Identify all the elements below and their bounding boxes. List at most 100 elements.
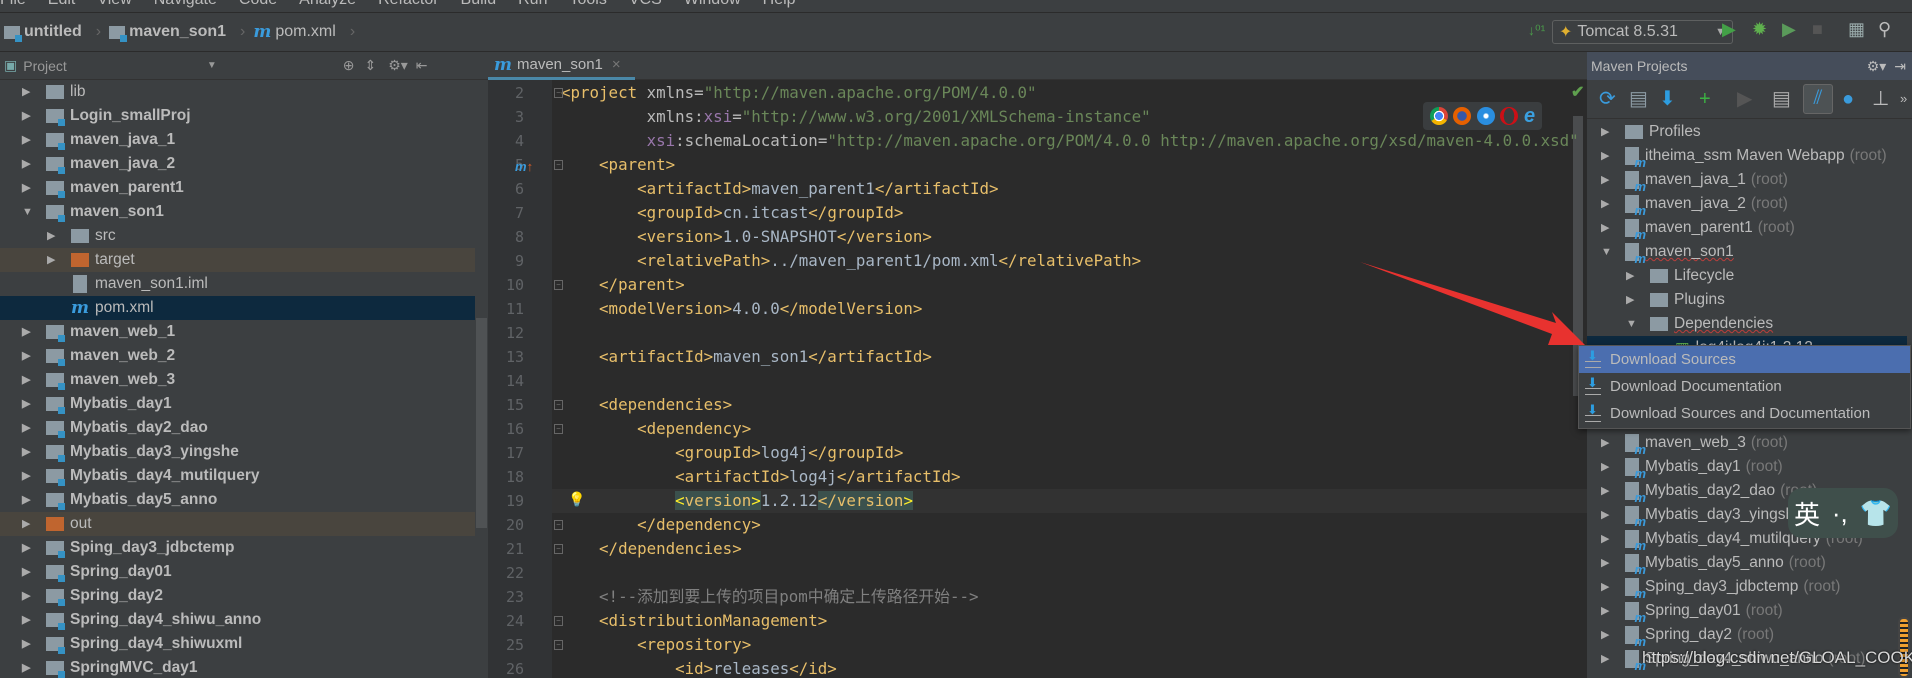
ime-status-widget[interactable]: 英 ·, 👕: [1788, 488, 1898, 538]
menu-item-download-sources[interactable]: Download Sources: [1579, 346, 1910, 373]
gear-icon[interactable]: ⚙▾: [1867, 58, 1887, 75]
project-scrollbar[interactable]: [476, 318, 487, 528]
chevron-right-icon[interactable]: ▶: [47, 230, 57, 242]
intention-bulb-icon[interactable]: 💡: [568, 491, 585, 508]
chevron-right-icon[interactable]: ▶: [22, 614, 32, 626]
tree-item[interactable]: ▶ maven_web_3: [0, 368, 475, 392]
tree-item[interactable]: ▶ Mybatis_day1: [0, 392, 475, 416]
fold-marker-icon[interactable]: −: [554, 616, 563, 626]
chevron-right-icon[interactable]: ▶: [1601, 150, 1611, 162]
chevron-right-icon[interactable]: ▶: [1601, 126, 1611, 138]
coverage-icon[interactable]: ▶: [1782, 19, 1796, 40]
chevron-right-icon[interactable]: ▶: [22, 158, 32, 170]
maven-tree-item[interactable]: ▶ Plugins: [1587, 288, 1907, 312]
chevron-right-icon[interactable]: ▶: [1601, 653, 1611, 665]
tree-item[interactable]: ▶ maven_web_2: [0, 344, 475, 368]
tree-item[interactable]: ▶ Mybatis_day5_anno: [0, 488, 475, 512]
fold-marker-icon[interactable]: −: [554, 280, 563, 290]
maven-tree-item[interactable]: ▶ Spring_day01(root): [1587, 599, 1907, 625]
skip-tests-icon[interactable]: ●: [1842, 86, 1854, 112]
ime-punctuation-label[interactable]: ·,: [1832, 498, 1848, 529]
tree-item[interactable]: ▶ target: [0, 248, 475, 272]
firefox-icon[interactable]: [1453, 107, 1472, 125]
chevron-right-icon[interactable]: ▶: [22, 542, 32, 554]
project-view-select[interactable]: Project: [23, 58, 67, 74]
chevron-right-icon[interactable]: ▶: [1601, 485, 1611, 497]
chevron-right-icon[interactable]: ▶: [1601, 461, 1611, 473]
menu-item-build[interactable]: Build: [461, 0, 497, 8]
chevron-right-icon[interactable]: ▶: [22, 182, 32, 194]
chevron-right-icon[interactable]: ▶: [22, 470, 32, 482]
tree-item[interactable]: ▶ maven_parent1: [0, 176, 475, 200]
breadcrumb-file[interactable]: m pom.xml: [253, 22, 335, 42]
stop-icon[interactable]: ■: [1812, 19, 1823, 40]
chevron-right-icon[interactable]: ▶: [22, 398, 32, 410]
tree-item[interactable]: maven_son1.iml: [0, 272, 475, 296]
chevron-right-icon[interactable]: ▶: [22, 110, 32, 122]
fold-marker-icon[interactable]: −: [554, 160, 563, 170]
chevron-right-icon[interactable]: ▶: [22, 350, 32, 362]
maven-tree-item[interactable]: ▶ Profiles: [1587, 120, 1907, 144]
chevron-right-icon[interactable]: [47, 278, 57, 290]
menu-item-help[interactable]: Help: [763, 0, 796, 8]
chevron-right-icon[interactable]: ▶: [22, 590, 32, 602]
menu-item-window[interactable]: Window: [684, 0, 741, 8]
execute-goal-icon[interactable]: ▤: [1772, 86, 1791, 112]
tree-item[interactable]: ▶ lib: [0, 80, 475, 104]
maven-tree-item[interactable]: ▶ maven_web_3(root): [1587, 431, 1907, 457]
chevron-right-icon[interactable]: ▶: [1601, 222, 1611, 234]
gear-icon[interactable]: ⚙▾: [388, 57, 408, 74]
reimport-icon[interactable]: ⟳: [1599, 86, 1616, 112]
maven-tree-item[interactable]: ▶ Mybatis_day5_anno(root): [1587, 551, 1907, 577]
chevron-right-icon[interactable]: ▶: [1626, 270, 1636, 282]
menu-item-refactor[interactable]: Refactor: [378, 0, 438, 8]
chevron-right-icon[interactable]: ▶: [1601, 437, 1611, 449]
chevron-right-icon[interactable]: ▶: [22, 518, 32, 530]
chevron-right-icon[interactable]: ▶: [22, 422, 32, 434]
debug-icon[interactable]: ✹: [1752, 19, 1767, 40]
maven-tree-item[interactable]: ▼ maven_son1: [1587, 240, 1907, 266]
locate-icon[interactable]: ⊕: [343, 57, 355, 74]
toggle-offline-icon[interactable]: ⫽: [1803, 84, 1833, 114]
opera-icon[interactable]: [1500, 107, 1519, 125]
menu-item-file[interactable]: File: [0, 0, 26, 8]
tab-maven-son1[interactable]: m maven_son1 ×: [488, 52, 635, 80]
tree-item[interactable]: ▶ maven_web_1: [0, 320, 475, 344]
fold-marker-icon[interactable]: −: [554, 544, 563, 554]
chevron-right-icon[interactable]: ▶: [1601, 629, 1611, 641]
tree-item[interactable]: ▶ out: [0, 512, 475, 536]
tree-item[interactable]: ▶ Login_smallProj: [0, 104, 475, 128]
maven-tree-item[interactable]: ▶ Mybatis_day1(root): [1587, 455, 1907, 481]
skin-shirt-icon[interactable]: 👕: [1860, 498, 1892, 529]
safari-icon[interactable]: [1476, 107, 1495, 125]
close-icon[interactable]: ×: [612, 56, 621, 73]
chevron-right-icon[interactable]: [47, 302, 57, 314]
tree-item[interactable]: ▶ Spring_day01: [0, 560, 475, 584]
menu-item-navigate[interactable]: Navigate: [154, 0, 217, 8]
maven-tree-item[interactable]: ▶ maven_java_2(root): [1587, 192, 1907, 218]
download-icon[interactable]: ⬇: [1659, 86, 1676, 112]
menu-item-vcs[interactable]: VCS: [629, 0, 662, 8]
chevron-right-icon[interactable]: ▶: [1601, 174, 1611, 186]
chevron-right-icon[interactable]: ▶: [1601, 198, 1611, 210]
menu-item-tools[interactable]: Tools: [569, 0, 606, 8]
chevron-right-icon[interactable]: ▶: [1601, 509, 1611, 521]
maven-tree-item[interactable]: ▶ maven_java_1(root): [1587, 168, 1907, 194]
chevron-right-icon[interactable]: ▶: [1626, 294, 1636, 306]
chevron-down-icon[interactable]: ▼: [1601, 246, 1612, 258]
maven-parent-gutter-icon[interactable]: m↑: [515, 159, 533, 174]
tree-item[interactable]: m pom.xml: [0, 296, 475, 320]
chevron-right-icon[interactable]: ▶: [22, 86, 32, 98]
tree-item[interactable]: ▶ Sping_day3_jdbctemp: [0, 536, 475, 560]
tree-item[interactable]: ▶ maven_java_1: [0, 128, 475, 152]
menu-item-analyze[interactable]: Analyze: [299, 0, 356, 8]
menu-item-code[interactable]: Code: [239, 0, 277, 8]
hide-panel-icon[interactable]: ⇥: [1894, 58, 1906, 75]
maven-tree-item[interactable]: ▶ maven_parent1(root): [1587, 216, 1907, 242]
menu-item-view[interactable]: View: [97, 0, 131, 8]
code-editor[interactable]: 2 3 4 5 6 7 8 9 10 11 12 13 14 15 16 17 18 19 20 21 22 23 24 25…: [488, 80, 1587, 678]
chevron-right-icon[interactable]: ▶: [1601, 557, 1611, 569]
chevron-right-icon[interactable]: ▶: [22, 494, 32, 506]
tree-item[interactable]: ▶ Spring_day4_shiwuxml: [0, 632, 475, 656]
fold-marker-icon[interactable]: −: [554, 424, 563, 434]
